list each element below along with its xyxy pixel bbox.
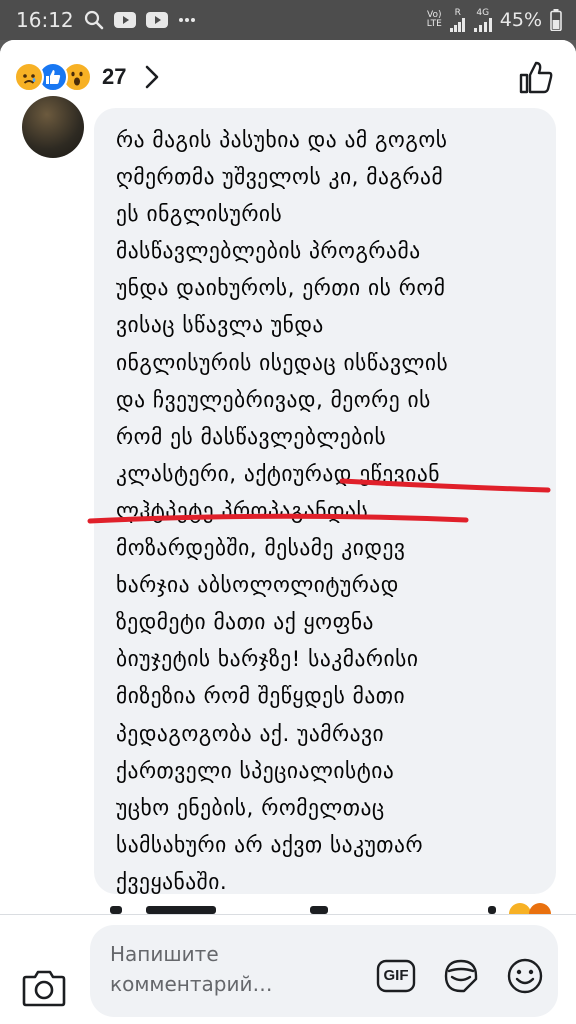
reactions-summary[interactable] [14,62,92,92]
comment-line: პედაგოგობა აქ. უამრავი [116,721,385,747]
status-time: 16:12 [16,8,74,32]
signal-icon: R [449,8,466,32]
reaction-count[interactable]: 27 [102,64,126,90]
status-bar: 16:12 Vo) LTE R 4G 45% [0,0,576,40]
chevron-right-icon[interactable] [144,64,160,90]
comment-input[interactable]: Напишите комментарий… GIF [90,925,558,1017]
comment-line: მიზეზია რომ შეწყდეს მათი [116,684,406,710]
search-icon [84,10,104,30]
comment: რა მაგის პასუხია და ამ გოგოს ღმერთმა უშვ… [0,96,576,914]
gif-label: GIF [383,967,409,984]
reaction-preview-icon [509,903,551,914]
comment-line: ზედმეტი მათი აქ ყოფნა [116,610,374,636]
comments-sheet: 27 რა მაგის პასუხია და ამ გოგოს ღმერთმა … [0,40,576,1024]
comment-line: უცხო ენების, რომელთაც [116,795,385,821]
comment-line: ქვეყანაში. [116,869,228,895]
comment-line: ბიუჯეტის ხარჯზე! საკმარისი [116,647,419,673]
comment-composer: Напишите комментарий… GIF [0,914,576,1024]
comment-line: ხარჯია აბსოლოლიტურად [116,573,399,599]
comment-line: ეს ინგლისურის [116,202,283,228]
signal-icon: 4G [473,8,492,32]
sad-reaction-icon [14,62,44,92]
like-button[interactable] [518,59,554,95]
comment-line: ლჰტპეტე პროპაგანდას [116,498,369,524]
youtube-icon [113,11,136,29]
gif-button[interactable]: GIF [376,959,416,997]
comment-line: უნდა დაიხუროს, ერთი ის რომ [116,276,446,302]
battery-percent: 45% [499,9,542,31]
more-dots-icon [178,17,196,23]
comment-placeholder: Напишите комментарий… [110,942,273,996]
comment-line: ქართველი სპეციალისტია [116,758,395,784]
comment-line: ინგლისურის ისედაც ისწავლის [116,350,449,376]
comment-line: და ჩვეულებრივად, მეორე ის [116,387,431,413]
comment-line: მოზარდებში, მესამე კიდევ [116,536,406,562]
avatar[interactable] [22,96,84,158]
comment-line: რომ ეს მასწავლებლების [116,424,387,450]
next-comment-preview [110,900,560,914]
comment-text: რა მაგის პასუხია და ამ გოგოს ღმერთმა უშვ… [116,122,546,901]
comment-line: რა მაგის პასუხია და ამ გოგოს [116,128,448,153]
battery-icon [550,9,562,31]
volte-icon: Vo) LTE [426,10,442,29]
youtube-icon [145,11,168,29]
sticker-icon[interactable] [442,957,480,999]
comment-bubble[interactable]: რა მაგის პასუხია და ამ გოგოს ღმერთმა უშვ… [94,108,556,895]
comment-line: სამსახური არ აქვთ საკუთარ [116,832,424,858]
comment-line: ღმერთმა უშველოს კი, მაგრამ [116,165,444,191]
comment-line: ვისაც სწავლა უნდა [116,313,324,339]
emoji-icon[interactable] [506,957,544,999]
comment-line: მასწავლებლების პროგრამა [116,239,421,265]
reactions-header: 27 [0,40,576,114]
camera-icon[interactable] [22,967,66,1011]
comment-line: კლასტერი, აქტიურად ეწევიან [116,461,440,487]
